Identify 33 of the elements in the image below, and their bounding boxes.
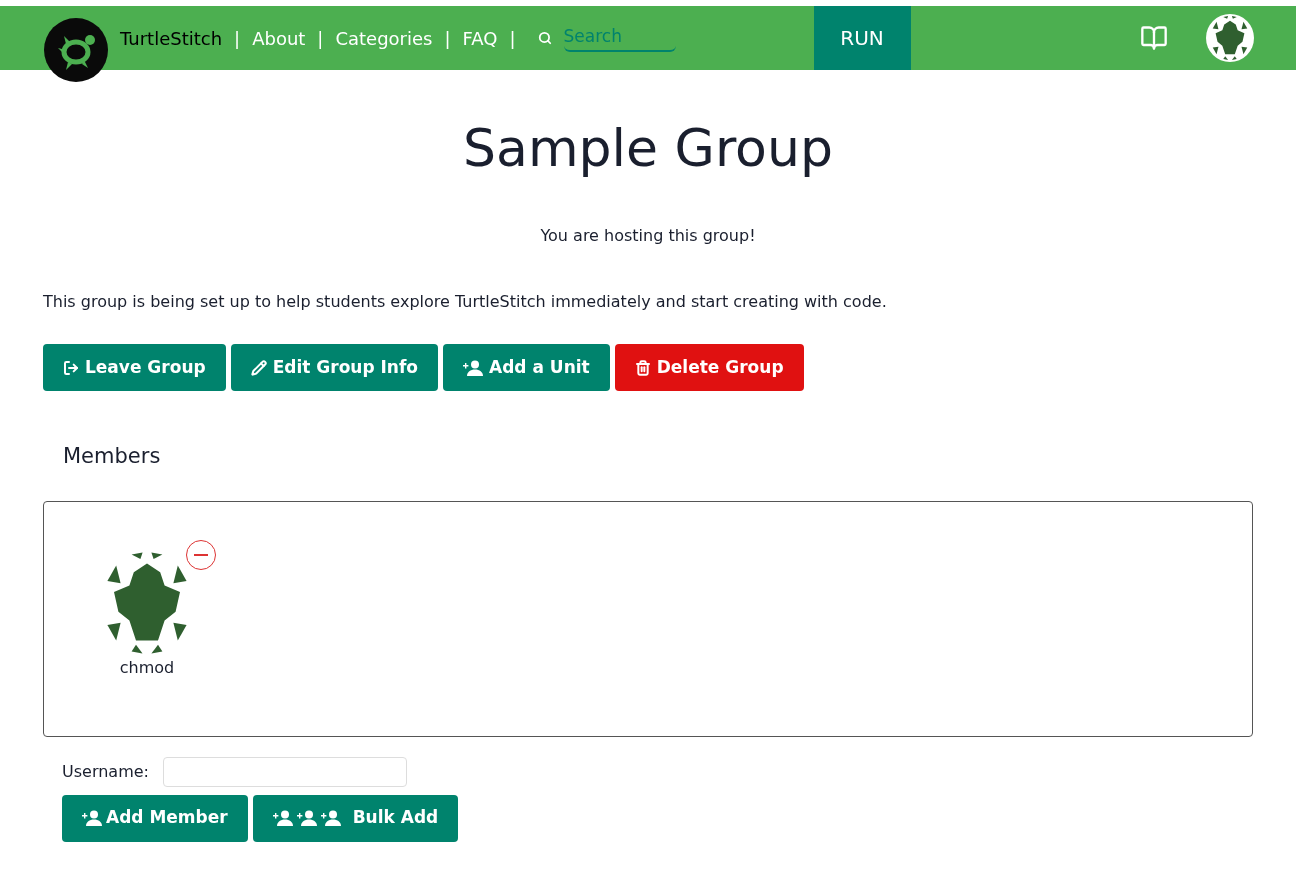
nav-separator: | (444, 26, 451, 51)
hosting-note: You are hosting this group! (539, 225, 757, 247)
add-member-button[interactable]: Add Member (62, 794, 248, 842)
brand-link[interactable]: TurtleStitch (120, 24, 223, 52)
action-button[interactable]: Edit Group Info (230, 344, 439, 391)
nav-separator: | (234, 26, 241, 51)
trash-icon (634, 359, 651, 376)
action-button[interactable]: Delete Group (614, 344, 804, 391)
user-plus-icon (463, 359, 484, 376)
username-field[interactable] (162, 756, 407, 787)
nav-separator: | (509, 26, 516, 51)
members-heading: Members (63, 443, 162, 470)
search-field[interactable]: Search (563, 24, 676, 52)
nav-link[interactable]: Categories (335, 24, 433, 52)
username-label: Username: (62, 760, 149, 783)
run-button[interactable]: RUN (813, 6, 911, 70)
users-plus-icon (272, 810, 341, 826)
member-name[interactable]: chmod (119, 655, 175, 680)
exit-icon (63, 359, 79, 376)
add-member-button[interactable]: Bulk Add (252, 794, 459, 842)
minus-icon (194, 553, 208, 556)
action-button[interactable]: Add a Unit (443, 344, 610, 391)
user-plus-icon (82, 810, 102, 826)
group-description: This group is being set up to help students explore TurtleStitch immediately and start creating with code. (43, 291, 888, 313)
book-icon[interactable] (1140, 24, 1168, 52)
nav-link[interactable]: FAQ (462, 24, 498, 52)
pencil-icon (250, 359, 267, 376)
action-button[interactable]: Leave Group (43, 344, 226, 391)
nav-link[interactable]: About (252, 24, 306, 52)
nav-separator: | (317, 26, 324, 51)
search-icon (537, 31, 552, 45)
user-avatar (1206, 14, 1254, 62)
page-title: Sample Group (462, 117, 834, 180)
